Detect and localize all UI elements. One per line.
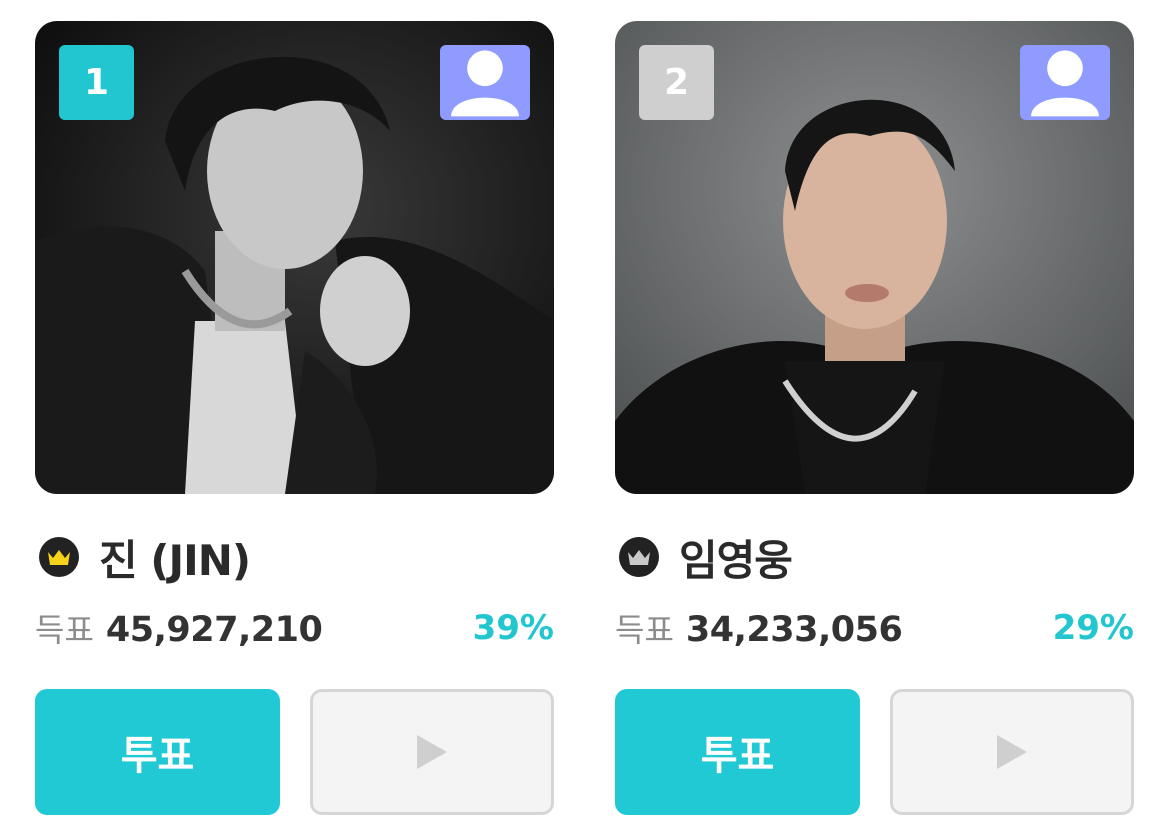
votes-label: 득표 <box>35 611 94 649</box>
profile-button[interactable] <box>440 45 530 120</box>
rank-badge: 1 <box>59 45 134 120</box>
vote-button[interactable]: 투표 <box>615 689 860 815</box>
gold-crown-icon <box>39 537 79 577</box>
candidate-name: 진 (JIN) <box>99 535 251 585</box>
candidate-name-row: 진 (JIN) <box>35 527 251 587</box>
person-icon <box>451 50 519 117</box>
candidate-card: 1 진 (JIN) 득표 45,927,210 39% 투표 <box>35 21 554 821</box>
vote-button[interactable]: 투표 <box>35 689 280 815</box>
vote-percent: 39% <box>472 608 554 648</box>
candidate-photo[interactable]: 1 <box>35 21 554 494</box>
candidate-name: 임영웅 <box>679 535 793 585</box>
votes-row: 득표 45,927,210 39% <box>35 606 554 650</box>
profile-button[interactable] <box>1020 45 1110 120</box>
play-icon <box>417 735 447 769</box>
votes-row: 득표 34,233,056 29% <box>615 606 1134 650</box>
rank-badge: 2 <box>639 45 714 120</box>
candidate-grid: 1 진 (JIN) 득표 45,927,210 39% 투표 2 임영웅 득표 … <box>0 0 1170 834</box>
votes-label: 득표 <box>615 611 674 649</box>
play-button[interactable] <box>310 689 554 815</box>
votes-count: 34,233,056 <box>685 610 903 650</box>
candidate-card: 2 임영웅 득표 34,233,056 29% 투표 <box>615 21 1134 821</box>
silver-crown-icon <box>619 537 659 577</box>
candidate-name-row: 임영웅 <box>615 527 793 587</box>
vote-percent: 29% <box>1052 608 1134 648</box>
votes-count: 45,927,210 <box>105 610 323 650</box>
play-button[interactable] <box>890 689 1134 815</box>
candidate-photo[interactable]: 2 <box>615 21 1134 494</box>
play-icon <box>997 735 1027 769</box>
person-icon <box>1031 50 1099 117</box>
